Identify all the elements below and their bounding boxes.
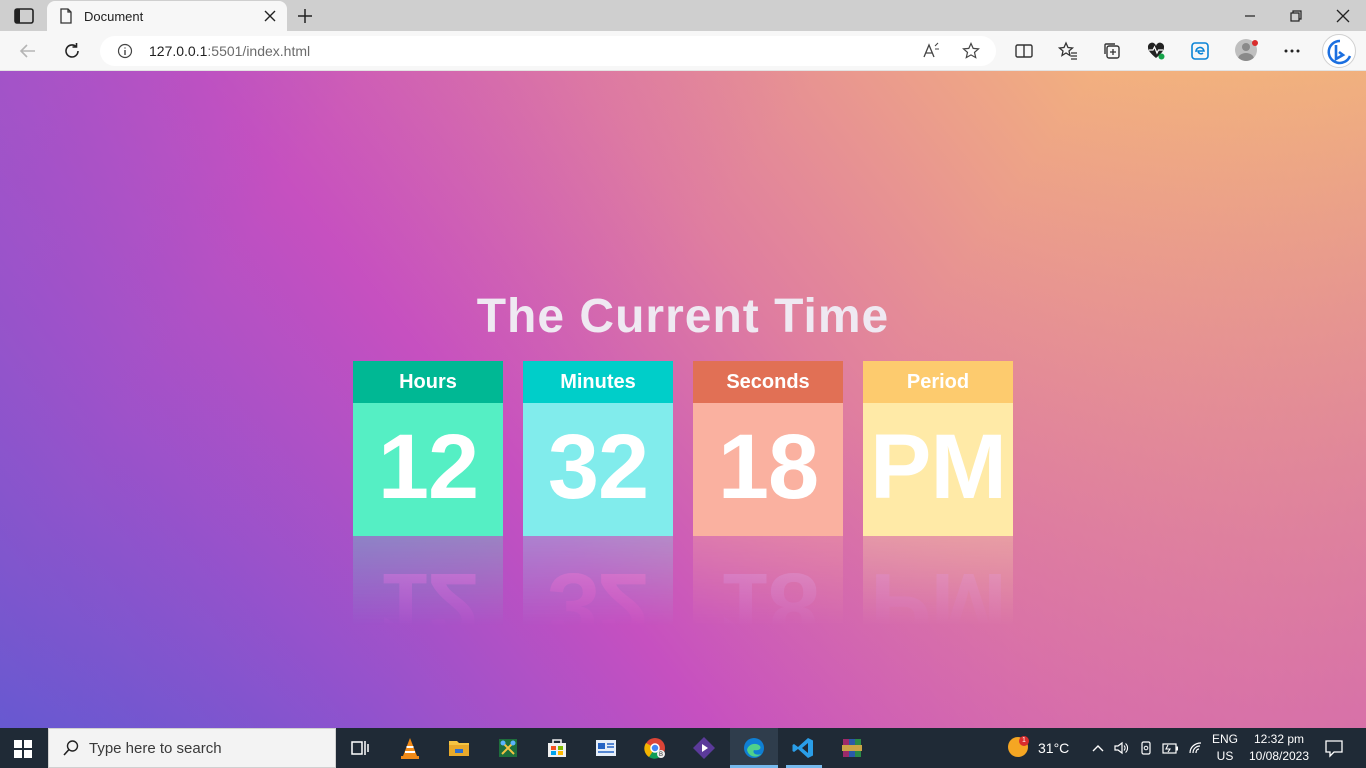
page-title: The Current Time — [476, 290, 890, 343]
svg-text:B: B — [659, 752, 663, 758]
address-bar[interactable]: 127.0.0.1:5501/index.html — [100, 36, 996, 66]
search-icon — [63, 740, 79, 756]
phone-link-icon[interactable] — [1138, 740, 1154, 756]
reflection-value: 18 — [693, 536, 843, 626]
card-value: 12 — [353, 403, 503, 536]
browser-tab[interactable]: Document — [47, 1, 287, 31]
show-hidden-icons-icon[interactable] — [1090, 740, 1106, 756]
weather-badge: 1 — [1019, 736, 1029, 746]
taskbar-search[interactable]: Type here to search — [48, 728, 336, 768]
period-card: Period PM PM — [863, 361, 1013, 626]
collections-icon[interactable] — [1102, 41, 1122, 61]
card-reflection: 32 — [523, 536, 673, 626]
bing-chat-button[interactable] — [1322, 34, 1356, 68]
page-viewport: The Current Time Hours 12 12 Minutes 32 … — [0, 71, 1366, 728]
reflection-value: 12 — [353, 536, 503, 626]
vscode-icon[interactable] — [791, 736, 815, 760]
new-tab-icon[interactable] — [295, 6, 315, 26]
notifications-icon[interactable] — [1324, 738, 1344, 758]
seconds-card: Seconds 18 18 — [693, 361, 843, 626]
card-label: Seconds — [693, 361, 843, 403]
edge-extension-icon[interactable] — [1190, 41, 1210, 61]
close-tab-icon[interactable] — [263, 9, 277, 23]
card-reflection: 12 — [353, 536, 503, 626]
wifi-icon[interactable] — [1188, 740, 1204, 756]
minutes-card: Minutes 32 32 — [523, 361, 673, 626]
minimize-icon[interactable] — [1241, 7, 1259, 25]
close-window-icon[interactable] — [1334, 7, 1352, 25]
vlc-icon[interactable] — [398, 736, 422, 760]
microsoft-store-icon[interactable] — [545, 736, 569, 760]
site-info-icon[interactable] — [117, 43, 133, 59]
taskbar-clock[interactable]: 12:32 pm 10/08/2023 — [1244, 732, 1314, 763]
tab-title: Document — [84, 8, 144, 24]
media-player-icon[interactable] — [692, 736, 716, 760]
winrar-icon[interactable] — [840, 736, 864, 760]
news-app-icon[interactable] — [594, 736, 618, 760]
performance-icon[interactable] — [1146, 41, 1166, 61]
card-value: 32 — [523, 403, 673, 536]
browser-toolbar: 127.0.0.1:5501/index.html — [0, 31, 1366, 71]
weather-temperature[interactable]: 31°C — [1038, 740, 1069, 756]
split-screen-icon[interactable] — [1014, 41, 1034, 61]
card-label: Minutes — [523, 361, 673, 403]
favorites-icon[interactable] — [1058, 41, 1078, 61]
snipping-tool-icon[interactable] — [496, 736, 520, 760]
edge-browser-icon[interactable] — [742, 736, 766, 760]
card-label: Hours — [353, 361, 503, 403]
hours-card: Hours 12 12 — [353, 361, 503, 626]
favorite-star-icon[interactable] — [962, 42, 980, 60]
browser-tab-bar: Document — [0, 0, 1366, 31]
more-options-icon[interactable] — [1282, 41, 1302, 61]
reflection-value: PM — [863, 536, 1013, 626]
read-aloud-icon[interactable] — [922, 42, 940, 60]
language-code: ENG — [1211, 732, 1238, 746]
tab-actions-icon[interactable] — [12, 7, 36, 25]
notification-dot — [1252, 40, 1258, 46]
clock-cards: Hours 12 12 Minutes 32 32 Seconds 18 18 … — [353, 361, 1013, 631]
volume-icon[interactable] — [1113, 740, 1129, 756]
url-text: 127.0.0.1:5501/index.html — [149, 43, 311, 59]
windows-taskbar: Type here to search B 1 31°C ENG US 12:3… — [0, 728, 1366, 768]
back-icon[interactable] — [18, 41, 38, 61]
file-explorer-icon[interactable] — [447, 736, 471, 760]
card-label: Period — [863, 361, 1013, 403]
reflection-value: 32 — [523, 536, 673, 626]
card-reflection: 18 — [693, 536, 843, 626]
card-value: 18 — [693, 403, 843, 536]
keyboard-layout: US — [1216, 749, 1234, 763]
restore-icon[interactable] — [1287, 7, 1305, 25]
windows-start-icon[interactable] — [14, 740, 32, 758]
card-reflection: PM — [863, 536, 1013, 626]
battery-icon[interactable] — [1162, 740, 1180, 756]
search-placeholder: Type here to search — [89, 739, 222, 757]
card-value: PM — [863, 403, 1013, 536]
clock-time: 12:32 pm — [1253, 732, 1305, 746]
chrome-profile-icon[interactable]: B — [643, 736, 667, 760]
task-view-icon[interactable] — [348, 736, 372, 760]
language-indicator[interactable]: ENG US — [1209, 732, 1241, 763]
bing-icon — [1327, 39, 1352, 65]
refresh-icon[interactable] — [62, 41, 82, 61]
clock-date: 10/08/2023 — [1248, 749, 1310, 763]
document-icon — [60, 8, 72, 24]
